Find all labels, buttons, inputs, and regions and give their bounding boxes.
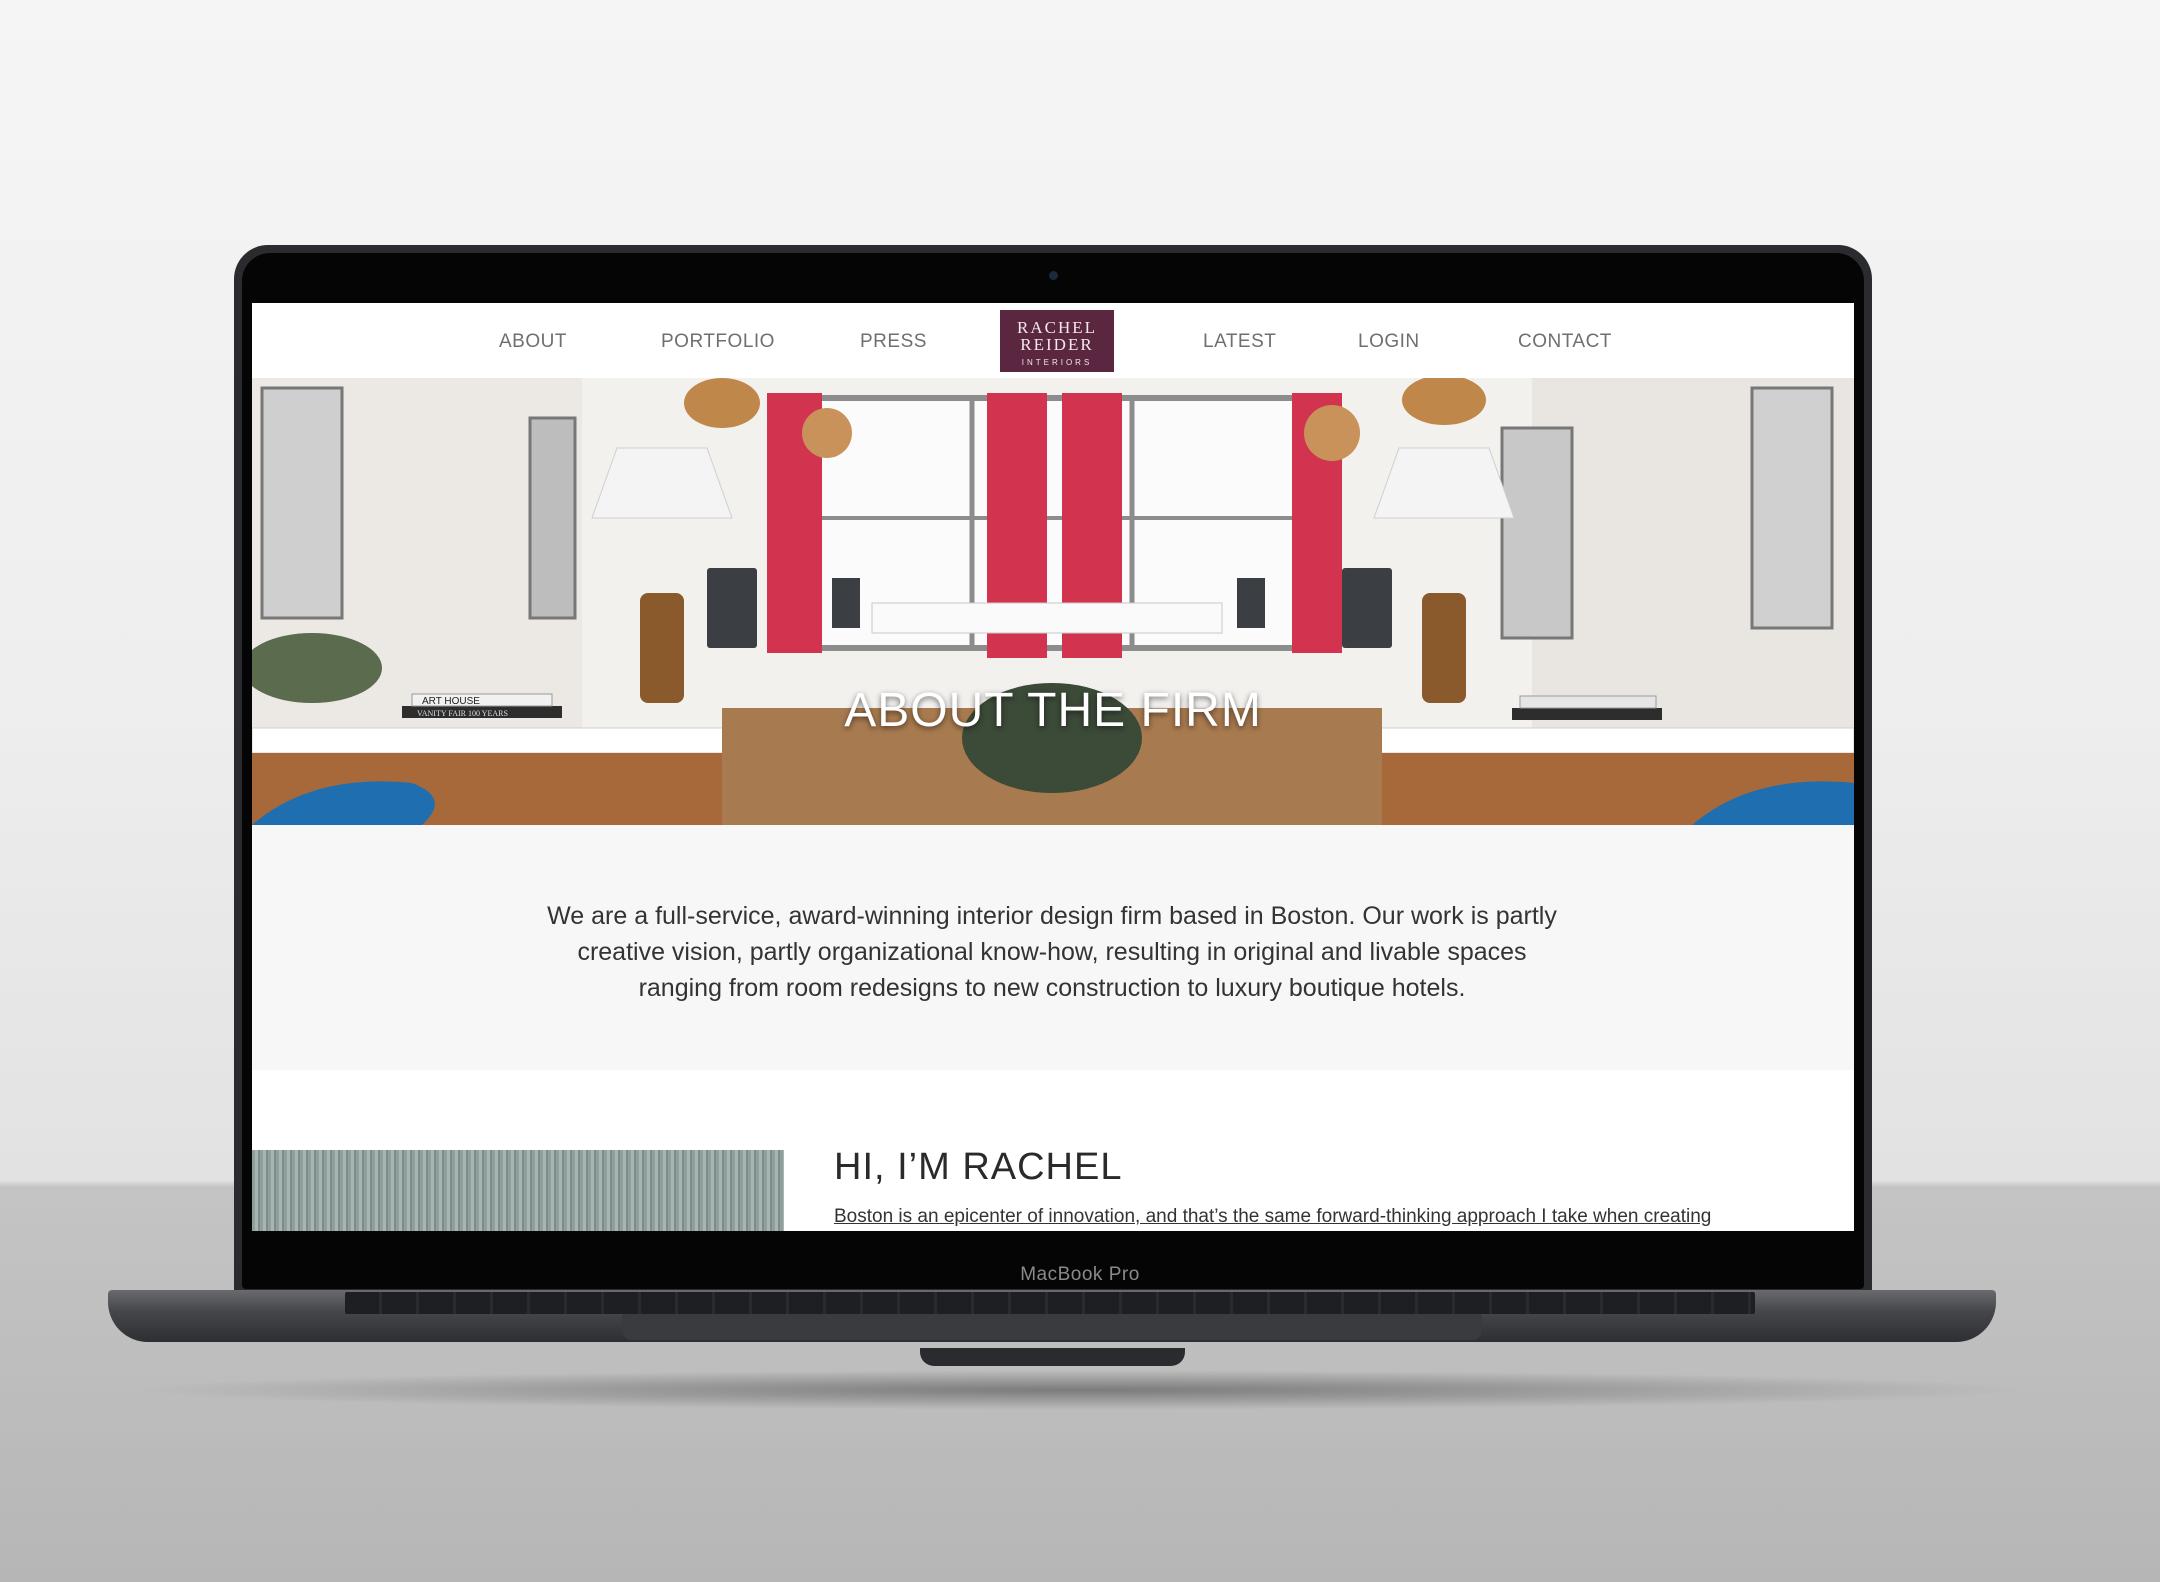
about-heading: HI, I’M RACHEL [834,1146,1123,1188]
about-rachel-section: HI, I’M RACHEL Boston is an epicenter of… [252,1070,1854,1231]
back-desk [871,602,1223,634]
pendant-lamp [684,378,760,428]
pinboard-right [1500,426,1574,640]
pendant-lamp [802,408,852,458]
nav-item-about[interactable]: ABOUT [499,331,567,353]
pendant-lamp [1304,405,1360,461]
monitor [707,568,757,648]
website-viewport: ABOUT PORTFOLIO PRESS RACHEL REIDER INTE… [252,303,1854,1231]
table-lamp-left [591,447,733,519]
intro-section: We are a full-service, award-winning int… [252,825,1854,1070]
nav-item-contact[interactable]: CONTACT [1518,331,1612,353]
nav-item-portfolio[interactable]: PORTFOLIO [661,331,775,353]
logo-line-3: INTERIORS [1021,358,1093,367]
logo-line-2: REIDER [1020,335,1094,354]
logo-line-1: RACHEL [1017,318,1097,337]
nav-item-latest[interactable]: LATEST [1203,331,1276,353]
table-lamp-right [1373,447,1515,519]
monitor [1342,568,1392,648]
top-navigation: ABOUT PORTFOLIO PRESS RACHEL REIDER INTE… [252,303,1854,378]
hero-title: ABOUT THE FIRM [844,684,1262,737]
portrait-image [252,1150,784,1231]
nav-item-login[interactable]: LOGIN [1358,331,1420,353]
pinboard-left [260,386,344,620]
keyboard [345,1292,1755,1314]
about-body-text: Boston is an epicenter of innovation, an… [834,1206,1712,1227]
camera-icon [1049,271,1058,280]
office-photo: ART HOUSE VANITY FAIR 100 YEARS [252,378,1854,825]
nav-item-press[interactable]: PRESS [860,331,927,353]
hero-banner: ART HOUSE VANITY FAIR 100 YEARS ABOUT TH… [252,378,1854,825]
trackpad [622,1314,1482,1340]
brand-logo[interactable]: RACHEL REIDER INTERIORS [1000,310,1114,372]
intro-paragraph: We are a full-service, award-winning int… [547,902,1557,1002]
hinge-notch [920,1348,1185,1366]
laptop-shadow [120,1370,2040,1410]
device-label: MacBook Pro [1020,1264,1140,1285]
